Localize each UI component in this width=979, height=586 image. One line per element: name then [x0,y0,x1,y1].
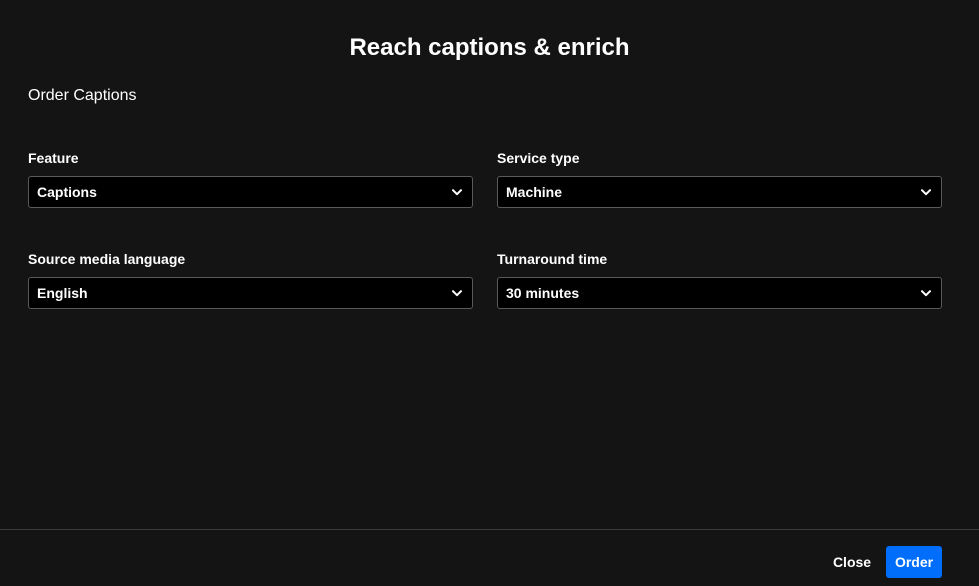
service-type-value: Machine [506,184,563,200]
turnaround-field: Turnaround time 30 minutes [497,250,942,309]
dialog-title: Reach captions & enrich [349,34,630,61]
feature-value: Captions [37,184,97,200]
turnaround-label: Turnaround time [497,251,608,267]
source-language-value: English [37,285,88,301]
captions-dialog: Reach captions & enrich Order Captions F… [0,0,979,586]
feature-select[interactable]: Captions [28,176,473,208]
service-type-select[interactable]: Machine [497,176,942,208]
feature-field: Feature Captions [28,149,473,208]
feature-label: Feature [28,150,79,166]
footer-divider [0,529,979,530]
service-type-field: Service type Machine [497,149,942,208]
close-button[interactable]: Close [824,546,880,578]
chevron-down-icon [450,286,464,300]
source-language-select[interactable]: English [28,277,473,309]
section-label: Order Captions [28,87,137,104]
source-language-field: Source media language English [28,250,473,309]
source-language-label: Source media language [28,251,186,267]
chevron-down-icon [919,286,933,300]
turnaround-select[interactable]: 30 minutes [497,277,942,309]
service-type-label: Service type [497,150,580,166]
turnaround-value: 30 minutes [506,285,580,301]
order-button[interactable]: Order [886,546,942,578]
chevron-down-icon [919,185,933,199]
chevron-down-icon [450,185,464,199]
